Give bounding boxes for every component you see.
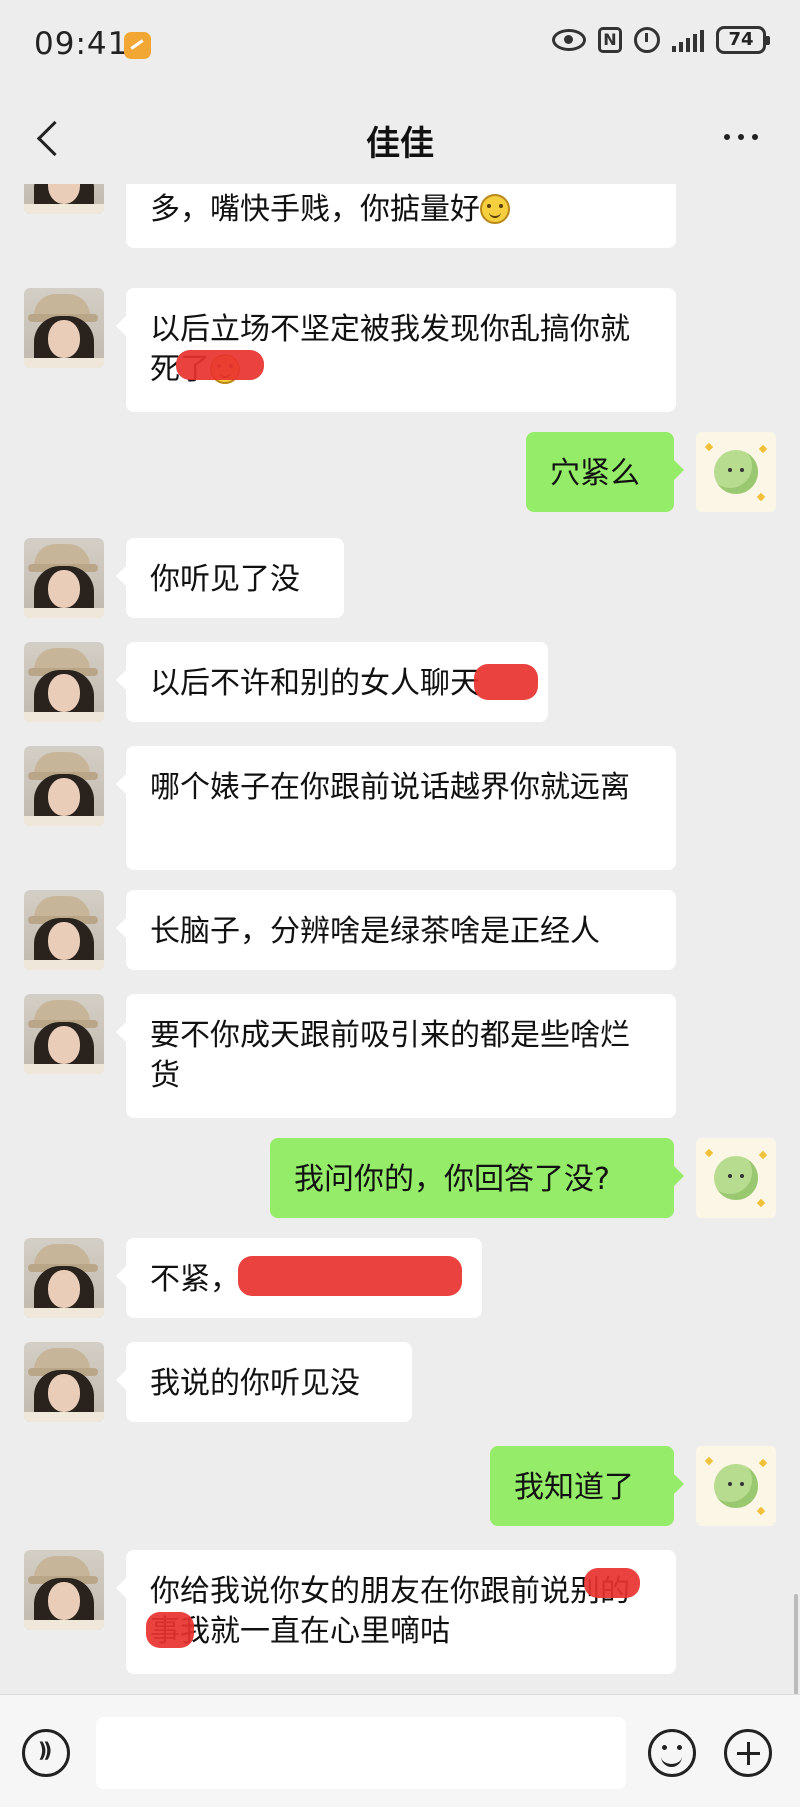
message-bubble-received[interactable]: 我说的你听见没 bbox=[116, 1342, 412, 1422]
message-bubble-received[interactable]: 你给我说你女的朋友在你跟前说别的事我就一直在心里嘀咕 bbox=[116, 1550, 676, 1674]
redaction-scribble bbox=[146, 1612, 194, 1648]
message-bubble-received[interactable]: 长脑子，分辨啥是绿茶啥是正经人 bbox=[116, 890, 676, 970]
redaction-scribble bbox=[584, 1568, 640, 1598]
message-bubble-sent[interactable]: 我问你的，你回答了没? bbox=[270, 1138, 684, 1218]
contact-avatar[interactable] bbox=[24, 890, 104, 970]
contact-avatar[interactable] bbox=[24, 538, 104, 618]
message-bubble-sent[interactable]: 我知道了 bbox=[490, 1446, 684, 1526]
redaction-scribble bbox=[238, 1256, 462, 1296]
message-text: 以后不许和别的女人聊天 bbox=[150, 666, 480, 701]
emoji-icon[interactable] bbox=[648, 1729, 696, 1777]
chat-header: 佳佳 bbox=[0, 92, 800, 184]
my-avatar[interactable] bbox=[696, 1138, 776, 1218]
nfc-icon: N bbox=[598, 27, 622, 53]
message-text: 长脑子，分辨啥是绿茶啥是正经人 bbox=[150, 914, 600, 949]
alarm-icon bbox=[634, 27, 660, 53]
contact-avatar[interactable] bbox=[24, 184, 104, 214]
message-bubble-received[interactable]: 你听见了没 bbox=[116, 538, 344, 618]
notification-icon bbox=[124, 32, 151, 59]
message-bubble-received[interactable]: 我脾气暴，不是善茬，不温柔，毛病多，嘴快手贱，你掂量好 bbox=[126, 184, 676, 248]
message-text: 穴紧么 bbox=[550, 456, 640, 491]
more-options-icon[interactable] bbox=[724, 122, 770, 152]
message-bubble-received[interactable]: 哪个婊子在你跟前说话越界你就远离 bbox=[116, 746, 676, 870]
message-text: 哪个婊子在你跟前说话越界你就远离 bbox=[150, 770, 630, 805]
contact-avatar[interactable] bbox=[24, 746, 104, 826]
redaction-scribble bbox=[176, 350, 264, 380]
battery-indicator: 74 bbox=[716, 26, 770, 54]
plus-icon[interactable] bbox=[724, 1729, 772, 1777]
message-bubble-sent[interactable]: 穴紧么 bbox=[526, 432, 684, 512]
my-avatar[interactable] bbox=[696, 432, 776, 512]
message-bubble-received[interactable]: 以后立场不坚定被我发现你乱搞你就死了 bbox=[116, 288, 676, 412]
contact-avatar[interactable] bbox=[24, 1342, 104, 1422]
input-bar bbox=[0, 1694, 800, 1807]
contact-avatar[interactable] bbox=[24, 994, 104, 1074]
scrollbar[interactable] bbox=[794, 1594, 798, 1694]
message-text: 我说的你听见没 bbox=[150, 1366, 360, 1401]
contact-avatar[interactable] bbox=[24, 1238, 104, 1318]
contact-avatar[interactable] bbox=[24, 1550, 104, 1630]
message-text: 你给我说你女的朋友在你跟前说别的事我就一直在心里嘀咕 bbox=[150, 1574, 630, 1649]
status-bar: 09:41 N 74 bbox=[0, 0, 800, 92]
message-text: 我问你的，你回答了没? bbox=[294, 1162, 610, 1197]
chat-title: 佳佳 bbox=[366, 124, 434, 164]
message-input[interactable] bbox=[96, 1717, 626, 1789]
contact-avatar[interactable] bbox=[24, 642, 104, 722]
status-time: 09:41 bbox=[34, 26, 129, 62]
smile-emoji-icon bbox=[480, 194, 510, 224]
contact-avatar[interactable] bbox=[24, 288, 104, 368]
message-bubble-received[interactable]: 以后不许和别的女人聊天 bbox=[116, 642, 548, 722]
my-avatar[interactable] bbox=[696, 1446, 776, 1526]
signal-icon bbox=[672, 28, 704, 52]
message-text: 不紧， bbox=[150, 1262, 240, 1297]
message-text: 我知道了 bbox=[514, 1470, 634, 1505]
redaction-scribble bbox=[474, 664, 538, 700]
message-text: 要不你成天跟前吸引来的都是些啥烂货 bbox=[150, 1018, 630, 1093]
voice-icon[interactable] bbox=[22, 1729, 70, 1777]
message-text: 你听见了没 bbox=[150, 562, 300, 597]
message-list[interactable]: 我脾气暴，不是善茬，不温柔，毛病多，嘴快手贱，你掂量好 以后立场不坚定被我发现你… bbox=[0, 184, 800, 1694]
system-icons: N 74 bbox=[552, 26, 770, 54]
message-text: 我脾气暴，不是善茬，不温柔，毛病多，嘴快手贱，你掂量好 bbox=[150, 184, 630, 227]
eye-comfort-icon bbox=[552, 29, 586, 51]
message-bubble-received[interactable]: 要不你成天跟前吸引来的都是些啥烂货 bbox=[116, 994, 676, 1118]
message-bubble-received[interactable]: 不紧， bbox=[116, 1238, 482, 1318]
